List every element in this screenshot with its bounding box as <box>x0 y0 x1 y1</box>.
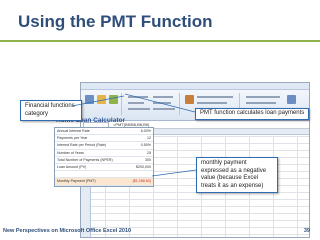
negative-value-callout: monthly payment expressed as a negative … <box>196 157 278 193</box>
row-label: Number of Years <box>57 150 84 155</box>
table-row[interactable]: Total Number of Payments (NPER) 300 <box>55 157 153 164</box>
text-menu[interactable] <box>128 102 144 104</box>
row-label: Payments per Year <box>57 136 88 141</box>
monthly-payment-value[interactable]: ($1,288.60) <box>133 178 151 184</box>
row-value[interactable]: 0.50% <box>141 142 151 148</box>
autosum-icon[interactable] <box>97 95 106 104</box>
watch-window-icon[interactable] <box>287 95 296 104</box>
table-row[interactable] <box>55 171 153 179</box>
monthly-payment-row[interactable]: Monthly Payment (PMT) ($1,288.60) <box>55 178 153 186</box>
row-label: Interest Rate per Period (Rate) <box>57 143 107 148</box>
lookup-menu[interactable] <box>153 96 173 98</box>
table-row[interactable]: Payments per Year 12 <box>55 135 153 143</box>
ribbon-tabs <box>81 83 309 90</box>
table-row[interactable]: Loan Amount (PV) $200,000 <box>55 164 153 172</box>
title-underline <box>0 40 320 42</box>
table-row[interactable]: Number of Years 25 <box>55 150 153 157</box>
financial-functions-icon[interactable] <box>109 95 118 104</box>
use-in-formula-menu[interactable] <box>197 102 227 104</box>
row-value[interactable]: 6.00% <box>141 128 151 134</box>
more-functions-menu[interactable] <box>153 108 175 110</box>
row-value[interactable]: $200,000 <box>136 164 151 170</box>
logical-menu[interactable] <box>128 96 148 98</box>
function-library-group <box>83 93 122 115</box>
name-manager-icon[interactable] <box>185 95 194 104</box>
row-label: Total Number of Payments (NPER) <box>57 157 113 162</box>
row-label: Loan Amount (PV) <box>57 164 87 169</box>
row-value[interactable]: 12 <box>147 135 151 141</box>
date-time-menu[interactable] <box>128 108 150 110</box>
row-label: Monthly Payment (PMT) <box>57 179 96 184</box>
financial-functions-callout: Financial functions category <box>20 100 82 121</box>
trace-dependents-menu[interactable] <box>246 102 276 104</box>
define-name-menu[interactable] <box>197 96 233 98</box>
slide-title: Using the PMT Function <box>18 12 213 31</box>
table-row[interactable]: Annual Interest Rate 6.00% <box>55 128 153 136</box>
footer-text: New Perspectives on Microsoft Office Exc… <box>3 228 132 234</box>
loan-calculator-table: Annual Interest Rate 6.00% Payments per … <box>54 127 154 187</box>
trace-precedents-menu[interactable] <box>246 96 280 98</box>
row-label: Annual Interest Rate <box>57 129 90 133</box>
page-number: 39 <box>303 228 310 234</box>
pmt-function-callout: PMT function calculates loan payments <box>195 108 310 120</box>
table-row[interactable]: Interest Rate per Period (Rate) 0.50% <box>55 142 153 150</box>
function-categories-group <box>125 93 180 115</box>
math-menu[interactable] <box>153 102 171 104</box>
row-value[interactable]: 300 <box>145 157 151 163</box>
insert-function-icon[interactable] <box>85 95 94 104</box>
row-value[interactable]: 25 <box>147 150 151 156</box>
